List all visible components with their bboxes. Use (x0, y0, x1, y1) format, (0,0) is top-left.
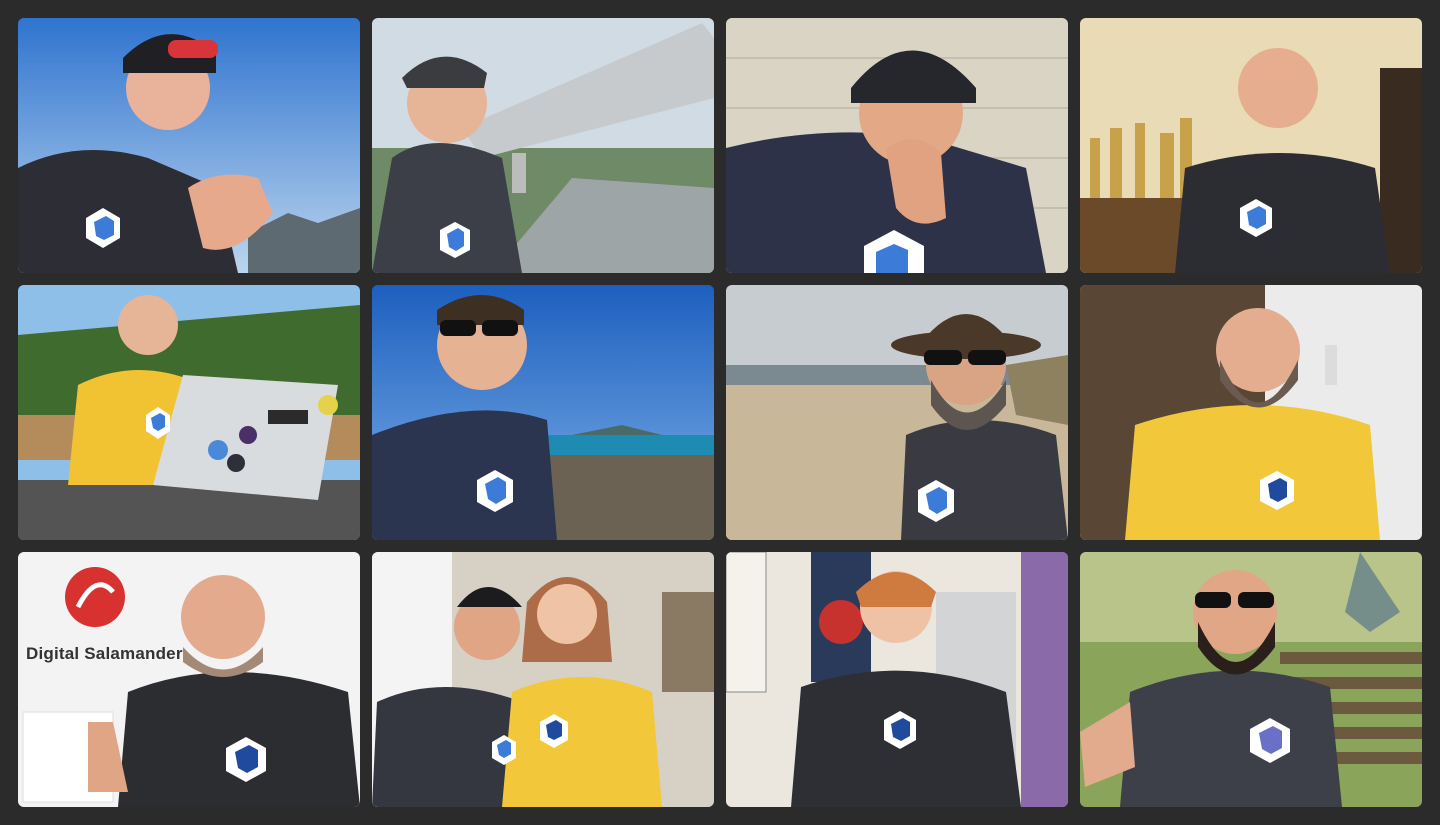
photo-10 (372, 552, 714, 807)
sign-text: Digital Salamander (26, 644, 183, 663)
photo-tile-7[interactable] (726, 285, 1068, 540)
photo-8 (1080, 285, 1422, 540)
photo-6 (372, 285, 714, 540)
photo-tile-4[interactable] (1080, 18, 1422, 273)
photo-2 (372, 18, 714, 273)
photo-tile-1[interactable] (18, 18, 360, 273)
photo-7 (726, 285, 1068, 540)
photo-tile-9[interactable]: Digital Salamander (18, 552, 360, 807)
photo-12 (1080, 552, 1422, 807)
photo-tile-3[interactable] (726, 18, 1068, 273)
photo-tile-6[interactable] (372, 285, 714, 540)
photo-tile-8[interactable] (1080, 285, 1422, 540)
photo-grid: Digital Salamander (18, 18, 1422, 807)
photo-tile-2[interactable] (372, 18, 714, 273)
photo-tile-5[interactable] (18, 285, 360, 540)
photo-tile-11[interactable] (726, 552, 1068, 807)
photo-11 (726, 552, 1068, 807)
salamander-logo-icon (65, 567, 125, 627)
photo-9 (18, 552, 360, 807)
photo-tile-10[interactable] (372, 552, 714, 807)
photo-5 (18, 285, 360, 540)
photo-tile-12[interactable] (1080, 552, 1422, 807)
photo-3 (726, 18, 1068, 273)
photo-1 (18, 18, 360, 273)
photo-4 (1080, 18, 1422, 273)
